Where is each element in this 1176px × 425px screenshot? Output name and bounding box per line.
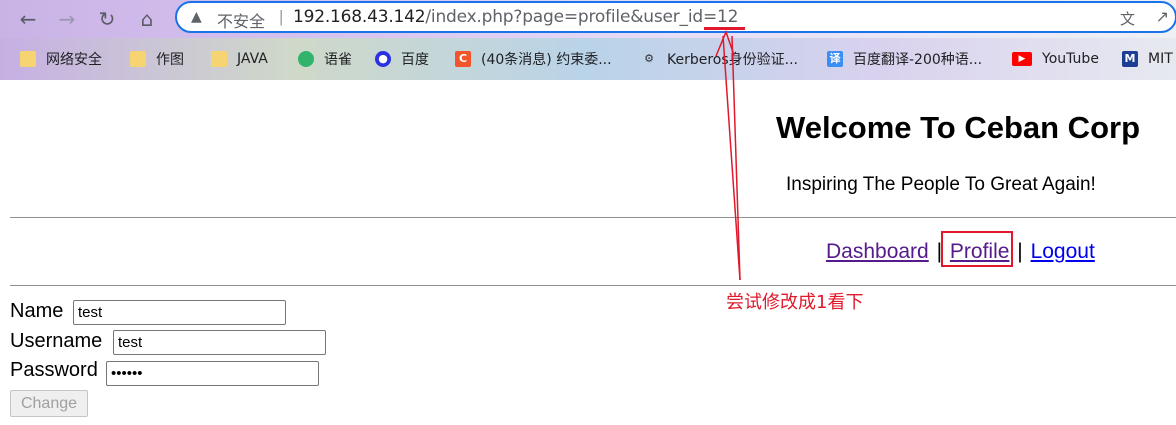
annotation-text: 尝试修改成1看下 — [726, 292, 864, 313]
annotation-arrow — [715, 29, 741, 281]
